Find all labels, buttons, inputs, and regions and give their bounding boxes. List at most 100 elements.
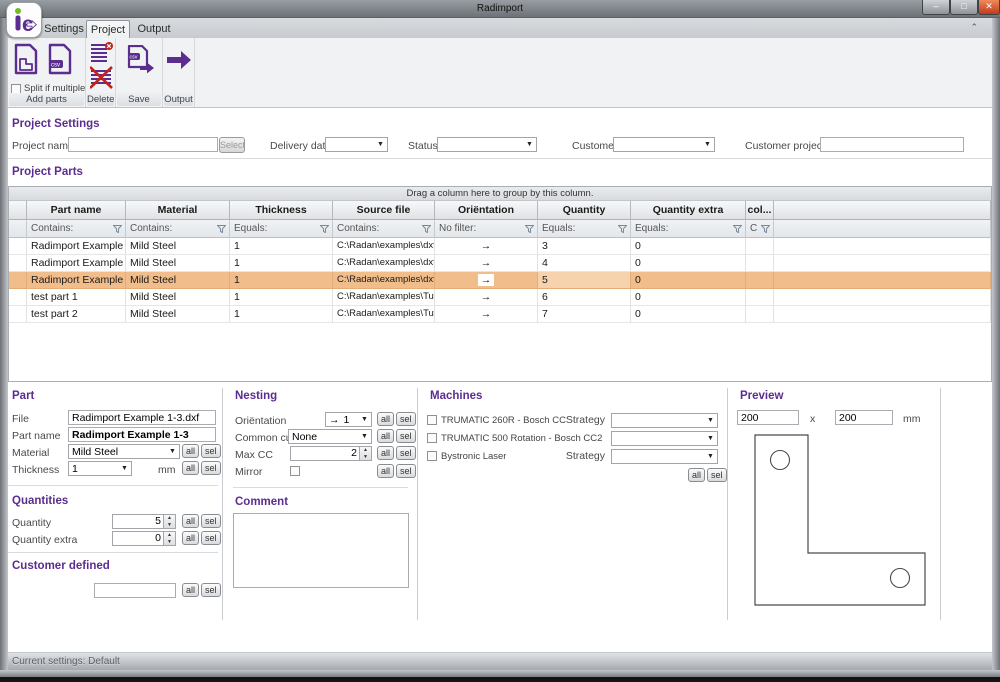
- tab-output[interactable]: Output: [132, 20, 176, 38]
- filter-part-name[interactable]: Contains:: [27, 220, 126, 238]
- output-button[interactable]: [166, 50, 192, 70]
- quantity-extra-stepper[interactable]: 0 ▲▼: [112, 531, 176, 546]
- cell-quantity-extra[interactable]: 0: [631, 255, 746, 272]
- filter-funnel-icon[interactable]: [761, 225, 770, 233]
- table-row[interactable]: test part 2 Mild Steel 1 C:\Radan\exampl…: [9, 306, 991, 323]
- customer-project-input[interactable]: [820, 137, 964, 152]
- all-button[interactable]: all: [377, 429, 394, 443]
- cell-thickness[interactable]: 1: [230, 238, 333, 255]
- header-part-name[interactable]: Part name: [27, 201, 126, 220]
- cell-quantity[interactable]: 7: [538, 306, 631, 323]
- machine-checkbox[interactable]: [427, 451, 437, 461]
- cell-source-file[interactable]: C:\Radan\examples\dxfs\...: [333, 255, 435, 272]
- sel-button[interactable]: sel: [201, 444, 221, 458]
- table-row-selected[interactable]: Radimport Example 1-3 Mild Steel 1 C:\Ra…: [9, 272, 991, 289]
- spinner-arrows-icon[interactable]: ▲▼: [163, 515, 175, 528]
- cell-orientation[interactable]: →: [435, 238, 538, 255]
- cell-orientation[interactable]: →: [435, 306, 538, 323]
- all-button[interactable]: all: [688, 468, 705, 482]
- common-cut-combo[interactable]: None▼: [288, 429, 372, 444]
- filter-funnel-icon[interactable]: [733, 225, 742, 233]
- close-button[interactable]: ✕: [978, 0, 1000, 15]
- table-row[interactable]: Radimport Example 1-2 Mild Steel 1 C:\Ra…: [9, 255, 991, 272]
- filter-quantity-extra[interactable]: Equals:: [631, 220, 746, 238]
- cell-col[interactable]: [746, 289, 774, 306]
- file-input[interactable]: [68, 410, 216, 425]
- tab-settings[interactable]: Settings: [40, 20, 88, 38]
- cell-thickness[interactable]: 1: [230, 272, 333, 289]
- filter-quantity[interactable]: Equals:: [538, 220, 631, 238]
- header-orientation[interactable]: Oriëntation: [435, 201, 538, 220]
- cell-col[interactable]: [746, 306, 774, 323]
- strategy-combo[interactable]: ▼: [611, 431, 718, 446]
- select-button[interactable]: Select: [219, 137, 245, 153]
- cell-thickness[interactable]: 1: [230, 255, 333, 272]
- filter-col[interactable]: C: [746, 220, 774, 238]
- header-material[interactable]: Material: [126, 201, 230, 220]
- cell-orientation[interactable]: →: [435, 255, 538, 272]
- add-part-button[interactable]: [12, 43, 40, 75]
- group-by-bar[interactable]: Drag a column here to group by this colu…: [9, 187, 991, 201]
- sel-button[interactable]: sel: [201, 461, 221, 475]
- machine-checkbox[interactable]: [427, 433, 437, 443]
- spinner-arrows-icon[interactable]: ▲▼: [163, 532, 175, 545]
- sel-button[interactable]: sel: [396, 429, 416, 443]
- header-quantity[interactable]: Quantity: [538, 201, 631, 220]
- filter-funnel-icon[interactable]: [525, 225, 534, 233]
- max-cc-stepper[interactable]: 2 ▲▼: [290, 446, 372, 461]
- cell-source-file[interactable]: C:\Radan\examples\dxfs\...: [333, 238, 435, 255]
- cell-col[interactable]: [746, 238, 774, 255]
- all-button[interactable]: all: [182, 531, 199, 545]
- filter-funnel-icon[interactable]: [113, 225, 122, 233]
- cell-part-name[interactable]: Radimport Example 1-2: [27, 255, 126, 272]
- filter-funnel-icon[interactable]: [217, 225, 226, 233]
- add-csv-button[interactable]: csv: [46, 43, 74, 75]
- cell-material[interactable]: Mild Steel: [126, 289, 230, 306]
- cell-thickness[interactable]: 1: [230, 306, 333, 323]
- header-thickness[interactable]: Thickness: [230, 201, 333, 220]
- cell-quantity-extra[interactable]: 0: [631, 238, 746, 255]
- row-selector[interactable]: [9, 289, 27, 306]
- all-button[interactable]: all: [182, 583, 199, 597]
- cell-quantity[interactable]: 5: [538, 272, 631, 289]
- cell-col[interactable]: [746, 272, 774, 289]
- sel-button[interactable]: sel: [396, 412, 416, 426]
- table-row[interactable]: Radimport Example 1-1 Mild Steel 1 C:\Ra…: [9, 238, 991, 255]
- mirror-checkbox[interactable]: [290, 466, 300, 476]
- status-combo[interactable]: ▼: [437, 137, 537, 152]
- cell-quantity-extra[interactable]: 0: [631, 306, 746, 323]
- cell-source-file[interactable]: C:\Radan\examples\Tutori...: [333, 306, 435, 323]
- header-col[interactable]: col...: [746, 201, 774, 220]
- cell-quantity-extra[interactable]: 0: [631, 289, 746, 306]
- table-row[interactable]: test part 1 Mild Steel 1 C:\Radan\exampl…: [9, 289, 991, 306]
- maximize-button[interactable]: □: [950, 0, 978, 15]
- all-button[interactable]: all: [182, 461, 199, 475]
- sel-button[interactable]: sel: [396, 446, 416, 460]
- header-quantity-extra[interactable]: Quantity extra: [631, 201, 746, 220]
- title-bar[interactable]: Radimport: [0, 0, 1000, 18]
- row-selector[interactable]: [9, 272, 27, 289]
- header-source-file[interactable]: Source file: [333, 201, 435, 220]
- filter-funnel-icon[interactable]: [618, 225, 627, 233]
- sel-button[interactable]: sel: [201, 531, 221, 545]
- cell-material[interactable]: Mild Steel: [126, 306, 230, 323]
- cell-part-name[interactable]: Radimport Example 1-3: [27, 272, 126, 289]
- row-selector[interactable]: [9, 306, 27, 323]
- customer-defined-input[interactable]: [94, 583, 176, 598]
- cell-quantity[interactable]: 3: [538, 238, 631, 255]
- cell-quantity[interactable]: 6: [538, 289, 631, 306]
- all-button[interactable]: all: [377, 446, 394, 460]
- project-name-input[interactable]: [68, 137, 218, 152]
- filter-funnel-icon[interactable]: [422, 225, 431, 233]
- ribbon-collapse-chevron[interactable]: ⌃: [970, 22, 978, 33]
- cell-source-file[interactable]: C:\Radan\examples\Tutori...: [333, 289, 435, 306]
- sel-button[interactable]: sel: [201, 583, 221, 597]
- row-selector[interactable]: [9, 255, 27, 272]
- cell-quantity-extra[interactable]: 0: [631, 272, 746, 289]
- filter-orientation[interactable]: No filter:: [435, 220, 538, 238]
- material-combo[interactable]: Mild Steel▼: [68, 444, 180, 459]
- app-logo[interactable]: e: [6, 2, 42, 38]
- customer-combo[interactable]: ▼: [613, 137, 715, 152]
- strategy-combo[interactable]: ▼: [611, 413, 718, 428]
- cell-quantity[interactable]: 4: [538, 255, 631, 272]
